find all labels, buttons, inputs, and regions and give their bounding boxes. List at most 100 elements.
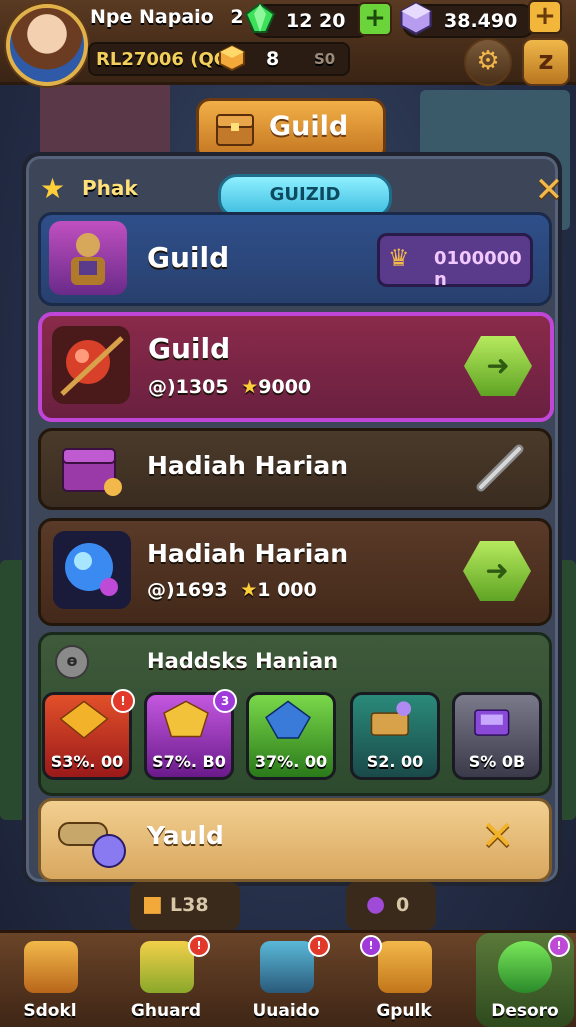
blue-crystal-icon xyxy=(265,700,311,739)
purple-chest-icon xyxy=(55,437,125,499)
player-level: 2 xyxy=(230,6,244,28)
scroll-icon[interactable] xyxy=(471,441,531,495)
player-id: RL27006 (QC) xyxy=(96,49,236,70)
warrior-icon xyxy=(49,221,127,295)
nav-gpulk-badge: ! xyxy=(360,935,382,957)
player-name-text: Npe Napaio xyxy=(90,6,214,28)
yauld-row[interactable]: Yauld ✕ xyxy=(38,798,552,882)
row-4-id: @)1693 xyxy=(147,579,228,601)
nav-ghuard-label: Ghuard xyxy=(130,1001,202,1021)
computer-icon xyxy=(260,941,314,993)
panel-header: ★ Phak GUIZID ✕ xyxy=(40,166,563,218)
guild-power-value: 0100000 n xyxy=(434,248,522,290)
settings-button[interactable]: ⚙ xyxy=(464,38,512,86)
blue-orb-icon xyxy=(53,531,131,609)
leaf-icon xyxy=(498,941,552,993)
nav-sdokl[interactable]: Sdokl xyxy=(2,933,98,1027)
bottom-nav: Sdokl ! Ghuard ! Uuaido ! Gpulk ! Desoro xyxy=(0,930,576,1027)
nav-uuaido[interactable]: ! Uuaido xyxy=(238,933,334,1027)
nav-ghuard[interactable]: ! Ghuard xyxy=(118,933,214,1027)
yauld-title: Yauld xyxy=(147,821,224,850)
nav-desoro[interactable]: ! Desoro xyxy=(476,933,574,1027)
row-4-go-button[interactable]: ➜ xyxy=(463,541,531,601)
rank-label: Phak xyxy=(82,176,138,200)
arrow-right-icon: ➜ xyxy=(485,554,509,587)
reward-slot-3[interactable]: 37%. 00 xyxy=(246,692,336,780)
reward-slot-1[interactable]: ! S3%. 00 xyxy=(42,689,135,780)
purple-gem-icon: ● xyxy=(366,892,386,917)
player-avatar[interactable] xyxy=(6,4,88,86)
player-name: Npe Napaio 2 xyxy=(90,6,244,28)
reward-2-label: S7%. B0 xyxy=(152,752,226,771)
nav-uuaido-label: Uuaido xyxy=(252,1001,320,1021)
crystal-value: 38.490 xyxy=(444,10,518,32)
nav-desoro-label: Desoro xyxy=(491,1001,559,1021)
row-4-points: 1 000 xyxy=(257,579,317,601)
chest-icon xyxy=(216,114,254,146)
sleep-button[interactable]: z xyxy=(522,38,570,86)
guild-row-2[interactable]: Guild @)1305 ★9000 ➜ xyxy=(38,312,554,422)
reward-4-label: S2. 00 xyxy=(366,752,424,771)
row-4-title: Hadiah Harian xyxy=(147,539,348,568)
add-crystals-button[interactable]: + xyxy=(528,0,562,34)
gold-value: 8 xyxy=(266,48,280,70)
reward-2-badge: 3 xyxy=(213,689,237,713)
row-2-title: Guild xyxy=(148,332,231,365)
treasure-box-icon xyxy=(370,701,412,736)
house-icon xyxy=(24,941,78,993)
map-icon xyxy=(140,941,194,993)
nav-gpulk-label: Gpulk xyxy=(376,1001,432,1021)
crystal-cube-icon xyxy=(400,2,432,36)
star-icon: ★ xyxy=(240,579,258,601)
gem-scroll-icon xyxy=(58,822,126,868)
reward-1-label: S3%. 00 xyxy=(50,752,124,771)
reward-slot-4[interactable]: S2. 00 xyxy=(350,692,440,780)
nav-uuaido-badge: ! xyxy=(308,935,330,957)
row-2-points: 9000 xyxy=(258,376,312,398)
orb-staff-icon xyxy=(52,326,130,404)
row-4-sub: @)1693 ★1 000 xyxy=(147,579,317,601)
purple-machine-icon xyxy=(474,709,510,736)
nav-desoro-badge: ! xyxy=(548,935,570,957)
gold-block-icon xyxy=(219,44,245,72)
row-2-id: @)1305 xyxy=(148,376,229,398)
reward-5-label: S% 0B xyxy=(468,752,526,771)
star-icon: ★ xyxy=(40,172,66,205)
info-icon[interactable]: ɵ xyxy=(55,645,89,679)
guild-power-box: ♛ 0100000 n xyxy=(377,233,533,290)
gold-icon: ■ xyxy=(142,892,163,917)
row-2-sub: @)1305 ★9000 xyxy=(148,376,311,398)
green-gem-icon xyxy=(244,2,276,33)
add-gems-button[interactable]: + xyxy=(358,2,392,36)
yauld-close-button[interactable]: ✕ xyxy=(481,813,515,859)
row-1-title: Guild xyxy=(147,241,230,274)
top-bar: Npe Napaio 2 12 20 + 38.490 + RL27006 (Q… xyxy=(0,0,576,86)
row-3-title: Hadiah Harian xyxy=(147,451,348,480)
behind-gem-box: ● 0 xyxy=(346,882,436,930)
reward-slot-5[interactable]: S% 0B xyxy=(452,692,542,780)
reward-slot-2[interactable]: 3 S7%. B0 xyxy=(144,689,237,780)
behind-gold-box: ■ L38 xyxy=(130,882,240,930)
close-panel-button[interactable]: ✕ xyxy=(532,173,566,208)
nav-ghuard-badge: ! xyxy=(188,935,210,957)
daily-reward-row[interactable]: Hadiah Harian xyxy=(38,428,552,510)
gem-value: 12 20 xyxy=(286,10,346,32)
star-icon: ★ xyxy=(241,376,259,398)
guild-tab-label: Guild xyxy=(269,111,349,142)
behind-gold-value: L38 xyxy=(170,894,209,916)
zzz-icon: z xyxy=(538,46,554,76)
nav-gpulk[interactable]: ! Gpulk xyxy=(356,933,452,1027)
nav-sdokl-label: Sdokl xyxy=(23,1001,77,1021)
gear-icon: ⚙ xyxy=(476,46,500,76)
crown-icon: ♛ xyxy=(388,244,410,272)
chest-icon xyxy=(378,941,432,993)
arrow-right-icon: ➜ xyxy=(486,349,510,382)
reward-1-badge: ! xyxy=(111,689,135,713)
behind-gem-value: 0 xyxy=(396,894,410,916)
daily-reward-row-2[interactable]: Hadiah Harian @)1693 ★1 000 ➜ xyxy=(38,518,552,626)
rewards-title: Haddsks Hanian xyxy=(147,649,339,673)
extra-value: S0 xyxy=(314,50,336,68)
row-2-go-button[interactable]: ➜ xyxy=(464,336,532,396)
reward-3-label: 37%. 00 xyxy=(254,752,328,771)
guild-row-1[interactable]: Guild ♛ 0100000 n xyxy=(38,212,552,306)
